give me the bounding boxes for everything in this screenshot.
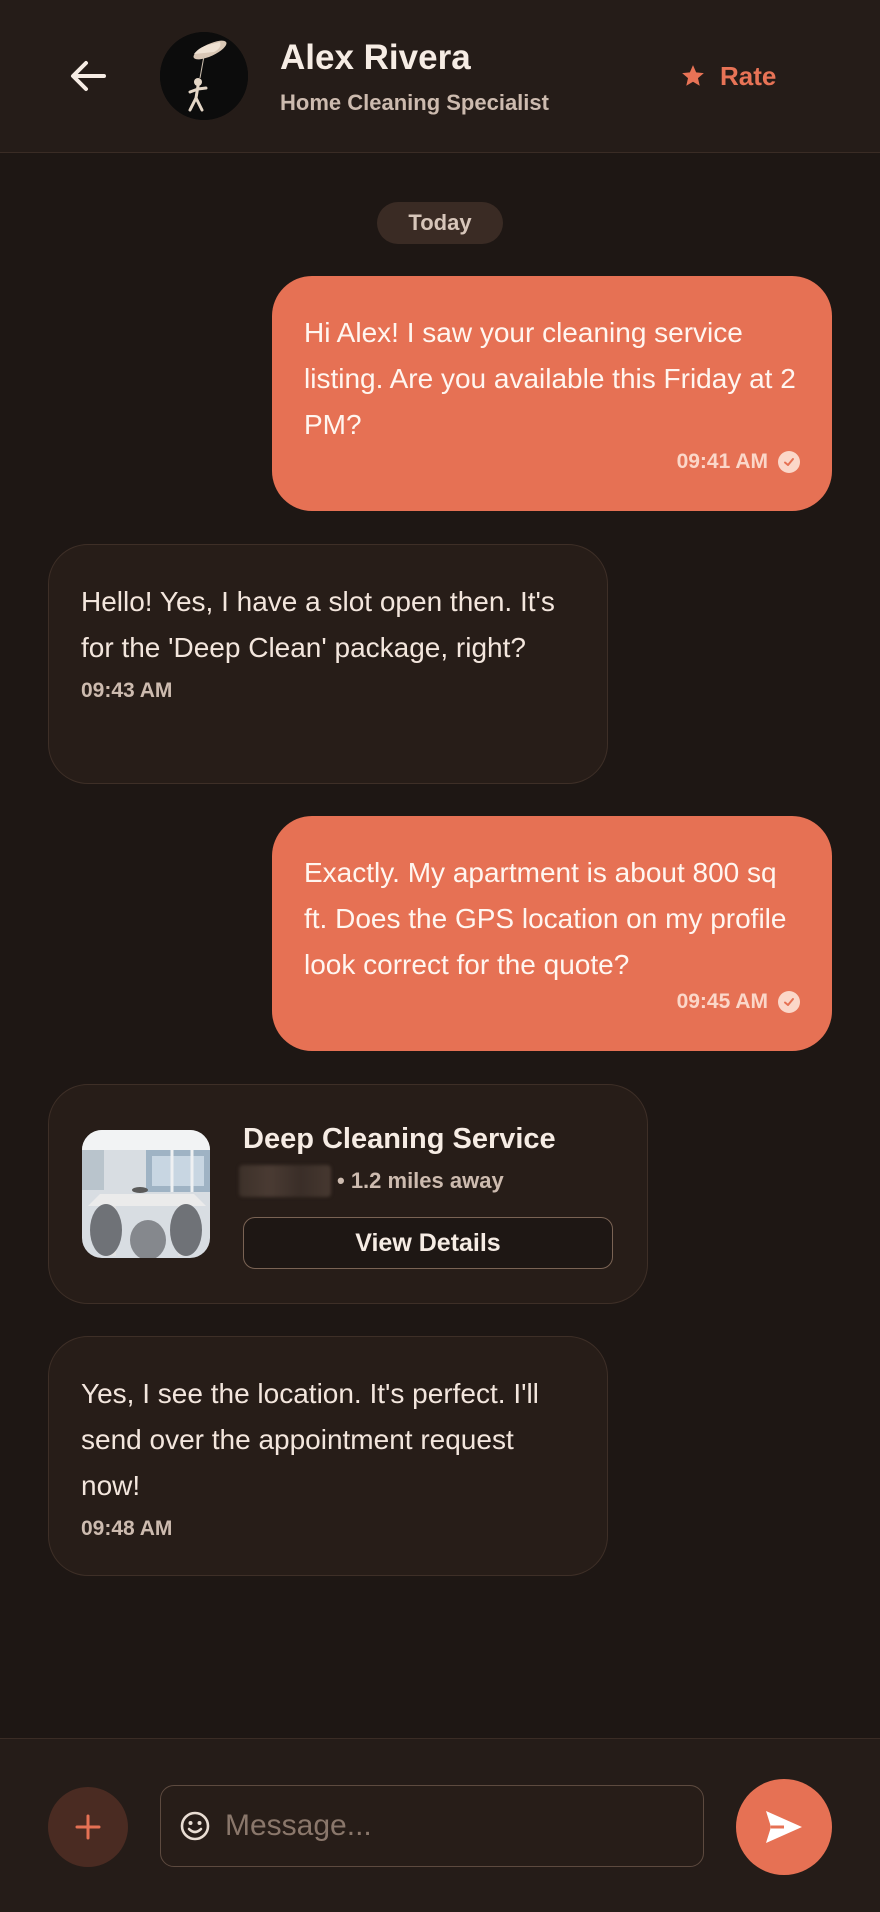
incoming-message[interactable]: Yes, I see the location. It's perfect. I… [48,1336,608,1576]
message-text: Hi Alex! I saw your cleaning service lis… [304,317,796,440]
message-time: 09:43 AM [81,679,173,702]
star-icon [682,65,704,86]
service-title: Deep Cleaning Service [243,1123,556,1155]
date-separator: Today [377,202,503,244]
service-distance: • 1.2 miles away [337,1168,504,1193]
message-input[interactable] [225,1798,685,1854]
emoji-icon[interactable] [179,1810,211,1842]
message-composer [0,1738,880,1912]
read-check-icon [778,991,800,1013]
arrow-left-icon [71,61,106,91]
rate-label: Rate [720,60,777,91]
read-check-icon [778,451,800,473]
message-meta: 09:41 AM [304,450,800,474]
message-time: 09:48 AM [81,1517,173,1540]
message-input-wrapper [160,1785,704,1867]
rate-button[interactable]: Rate [680,56,776,96]
send-icon [766,1811,802,1843]
back-button[interactable] [62,54,114,98]
service-card[interactable]: Deep Cleaning Service • 1.2 miles away V… [48,1084,648,1304]
plus-icon [75,1814,101,1840]
message-text: Hello! Yes, I have a slot open then. It'… [81,586,555,663]
outgoing-message[interactable]: Exactly. My apartment is about 800 sq ft… [272,816,832,1051]
avatar[interactable] [160,32,248,120]
chat-screen: Alex Rivera Home Cleaning Specialist Rat… [0,0,880,1912]
view-details-button[interactable]: View Details [243,1217,613,1269]
contact-name: Alex Rivera [280,38,471,77]
add-attachment-button[interactable] [48,1787,128,1867]
service-location: • 1.2 miles away [239,1165,504,1197]
contact-role: Home Cleaning Specialist [280,90,549,115]
send-button[interactable] [736,1779,832,1875]
redacted-location [239,1165,331,1197]
outgoing-message[interactable]: Hi Alex! I saw your cleaning service lis… [272,276,832,511]
message-text: Yes, I see the location. It's perfect. I… [81,1378,539,1501]
incoming-message[interactable]: Hello! Yes, I have a slot open then. It'… [48,544,608,784]
message-text: Exactly. My apartment is about 800 sq ft… [304,857,787,980]
message-time: 09:41 AM [676,450,768,473]
message-time: 09:45 AM [676,990,768,1013]
message-meta: 09:45 AM [304,990,800,1014]
service-thumbnail [82,1130,210,1258]
avatar-image [160,32,248,120]
chat-header: Alex Rivera Home Cleaning Specialist Rat… [0,0,880,153]
